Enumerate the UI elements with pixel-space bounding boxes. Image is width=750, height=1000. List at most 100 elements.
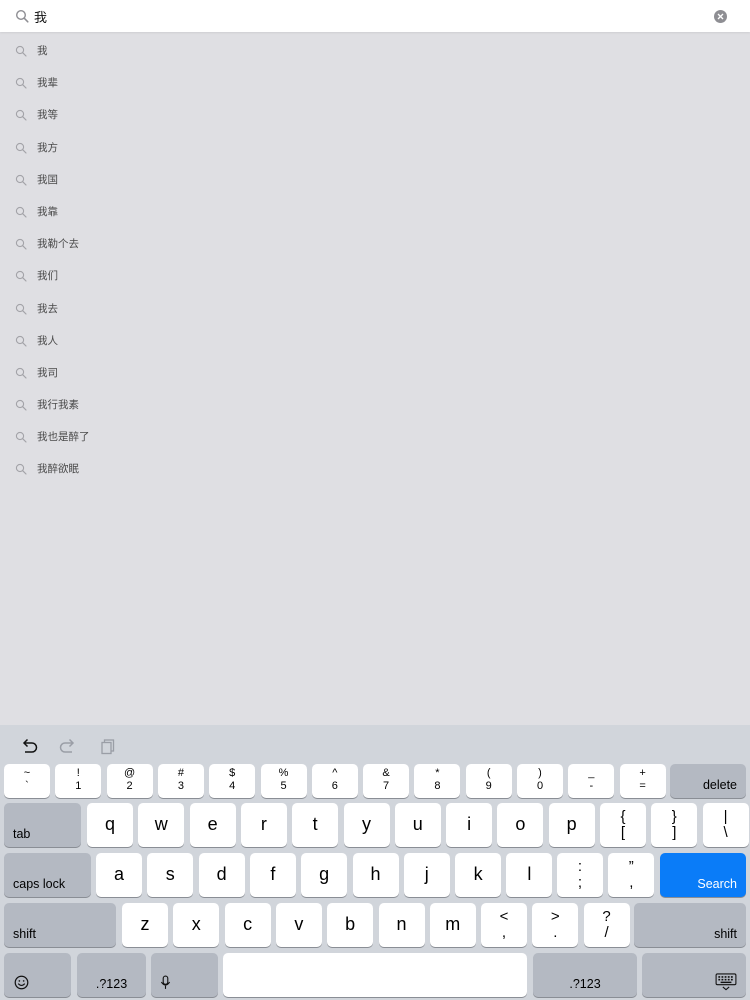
key-u[interactable]: u (394, 803, 441, 847)
key-label: tab (13, 827, 31, 841)
key-][interactable]: }] (651, 803, 698, 847)
search-icon (15, 174, 27, 186)
key-j[interactable]: j (403, 853, 450, 897)
key-v[interactable]: v (275, 903, 322, 947)
suggestion-item[interactable]: 我去 (0, 294, 750, 326)
key-m[interactable]: m (429, 903, 476, 947)
key-l[interactable]: l (506, 853, 553, 897)
key-t[interactable]: t (292, 803, 339, 847)
key-label: + (639, 767, 646, 779)
suggestion-item[interactable]: 我方 (0, 133, 750, 165)
clear-search-button[interactable] (714, 10, 727, 23)
key-e[interactable]: e (189, 803, 236, 847)
suggestion-item[interactable]: 我人 (0, 326, 750, 358)
key-label: * (435, 767, 440, 779)
key-label: < (499, 908, 509, 925)
key-o[interactable]: o (497, 803, 544, 847)
emoji-key[interactable] (4, 953, 71, 997)
key-h[interactable]: h (352, 853, 399, 897)
key-9[interactable]: (9 (465, 764, 512, 798)
key-n[interactable]: n (378, 903, 425, 947)
key-c[interactable]: c (224, 903, 271, 947)
search-icon (15, 432, 27, 443)
key-label: , (501, 924, 507, 941)
search-input[interactable] (34, 5, 694, 27)
key-;[interactable]: :; (557, 853, 603, 897)
redo-icon[interactable] (58, 735, 78, 755)
key-b[interactable]: b (327, 903, 374, 947)
key-8[interactable]: * 8 (414, 764, 461, 798)
key-label: 9 (485, 780, 492, 792)
key-=[interactable]: + = (619, 764, 666, 798)
shift-right-key[interactable]: shift (634, 903, 746, 947)
key-p[interactable]: p (548, 803, 595, 847)
key-,[interactable]: <, (481, 903, 527, 947)
hide-keyboard-key[interactable] (642, 953, 746, 997)
suggestion-item[interactable]: 我国 (0, 165, 750, 197)
key-a[interactable]: a (96, 853, 142, 897)
key-label: r (260, 814, 267, 834)
key-.[interactable]: >. (532, 903, 579, 947)
shift-left-key[interactable]: shift (4, 903, 116, 947)
key-k[interactable]: k (455, 853, 502, 897)
key-label: % (278, 767, 289, 779)
suggestion-item[interactable]: 我醉欲眠 (0, 454, 750, 486)
numbers-right-key[interactable]: .?123 (533, 953, 637, 997)
key-\[interactable]: | \ (702, 803, 749, 847)
key-5[interactable]: % 5 (260, 764, 307, 798)
suggestion-label: 我们 (37, 270, 58, 283)
microphone-key[interactable] (151, 953, 218, 997)
keyboard: ~ `! 1 @2 #3 $4% 5 ^ 6 & 7 * 8(9) 0 _ - + = delete tab q w e r t… (0, 725, 750, 1000)
suggestion-item[interactable]: 我行我素 (0, 390, 750, 422)
key-label: w (154, 814, 168, 834)
undo-icon[interactable] (19, 735, 39, 755)
key-y[interactable]: y (343, 803, 390, 847)
key-3[interactable]: #3 (157, 764, 204, 798)
key-label: a (113, 864, 124, 884)
key-label: = (639, 780, 646, 792)
key-`[interactable]: ~ ` (4, 764, 50, 798)
delete-key[interactable]: delete (670, 764, 746, 798)
key-f[interactable]: f (249, 853, 296, 897)
key-g[interactable]: g (301, 853, 348, 897)
suggestion-item[interactable]: 我辈 (0, 68, 750, 100)
key-q[interactable]: q (87, 803, 133, 847)
key-label: s (165, 864, 175, 884)
suggestion-label: 我人 (37, 334, 58, 347)
key--[interactable]: _ - (568, 764, 615, 798)
key-1[interactable]: ! 1 (55, 764, 102, 798)
suggestion-list: 我我辈 我等 我方 我国 我靠 我勒个去我们我去我人我司 我行我素 我也是醉了 我醉欲眠 (0, 36, 750, 487)
suggestion-item[interactable]: 我 (0, 36, 750, 68)
key-[[interactable]: {[ (600, 803, 646, 847)
key-6[interactable]: ^ 6 (311, 764, 358, 798)
paste-icon[interactable] (98, 735, 118, 755)
key-label: i (467, 814, 472, 834)
key-z[interactable]: z (122, 903, 168, 947)
key-label: _ (588, 767, 595, 779)
search-key[interactable]: Search (660, 853, 746, 897)
key-,[interactable]: ”, (608, 853, 655, 897)
caps-lock-key[interactable]: caps lock (4, 853, 91, 897)
key-d[interactable]: d (198, 853, 245, 897)
key-w[interactable]: w (138, 803, 185, 847)
key-r[interactable]: r (240, 803, 287, 847)
key-label: , (629, 874, 634, 891)
space-key[interactable] (223, 953, 527, 997)
key-0[interactable]: ) 0 (517, 764, 563, 798)
key-i[interactable]: i (446, 803, 493, 847)
key-2[interactable]: @2 (106, 764, 153, 798)
key-x[interactable]: x (173, 903, 220, 947)
key-7[interactable]: & 7 (363, 764, 410, 798)
key-4[interactable]: $4 (209, 764, 256, 798)
suggestion-item[interactable]: 我勒个去 (0, 229, 750, 261)
tab-key[interactable]: tab (4, 803, 81, 847)
suggestion-item[interactable]: 我等 (0, 100, 750, 132)
search-bar (0, 0, 750, 32)
suggestion-item[interactable]: 我靠 (0, 197, 750, 229)
suggestion-item[interactable]: 我们 (0, 261, 750, 293)
key-/[interactable]: ? / (583, 903, 630, 947)
suggestion-item[interactable]: 我也是醉了 (0, 422, 750, 454)
numbers-left-key[interactable]: .?123 (77, 953, 146, 997)
suggestion-item[interactable]: 我司 (0, 358, 750, 390)
key-s[interactable]: s (147, 853, 194, 897)
